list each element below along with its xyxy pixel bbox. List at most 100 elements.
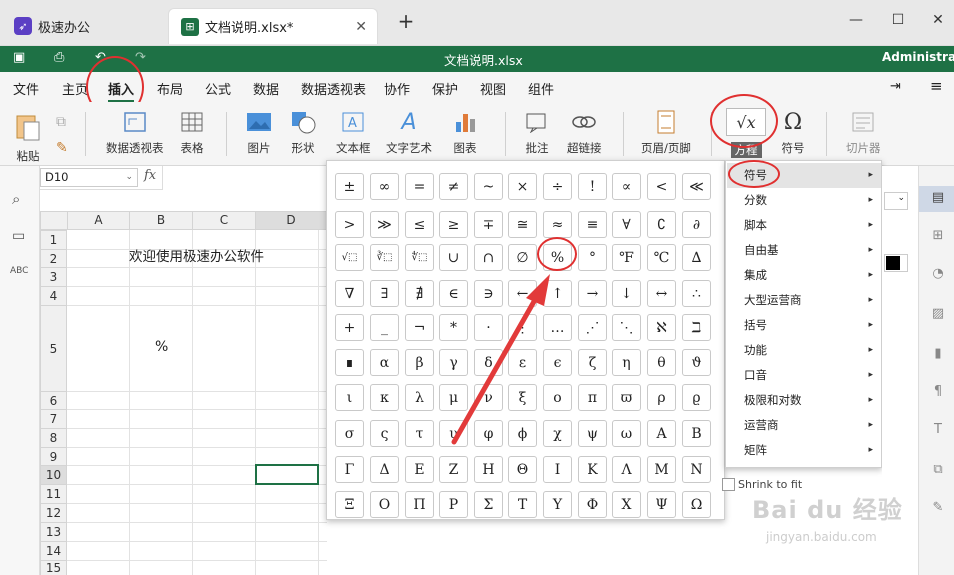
symbol-button[interactable]: Ρ xyxy=(439,491,468,518)
submenu-item[interactable]: 自由基 ▸ xyxy=(727,238,881,263)
symbol-button[interactable]: ℶ xyxy=(682,314,711,341)
new-tab-icon[interactable]: + xyxy=(396,9,416,33)
symbol-button[interactable]: ≪ xyxy=(682,173,711,200)
symbol-button[interactable]: θ xyxy=(647,349,676,376)
cell-b5[interactable]: % xyxy=(155,339,168,355)
slicer-button[interactable]: 切片器 xyxy=(846,110,881,156)
symbol-button[interactable]: ϱ xyxy=(682,384,711,411)
symbol-button[interactable]: ∴ xyxy=(682,280,711,307)
table-button[interactable]: 表格 xyxy=(179,110,205,156)
symbol-button[interactable]: ∩ xyxy=(474,244,503,271)
symbol-button[interactable]: λ xyxy=(405,384,434,411)
symbol-button[interactable]: α xyxy=(370,349,399,376)
symbol-button[interactable]: ∀ xyxy=(612,211,641,238)
submenu-item[interactable]: 矩阵 ▸ xyxy=(727,438,881,463)
submenu-item[interactable]: 功能 ▸ xyxy=(727,338,881,363)
menu-layout[interactable]: 布局 xyxy=(157,79,183,98)
symbol-button[interactable]: Ι xyxy=(543,456,572,483)
row-header[interactable]: 13 xyxy=(40,522,67,542)
symbol-button[interactable]: ℃ xyxy=(647,244,676,271)
symbol-button[interactable]: ≥ xyxy=(439,211,468,238)
row-header[interactable]: 14 xyxy=(40,541,67,561)
symbol-button[interactable]: Ο xyxy=(370,491,399,518)
submenu-item[interactable]: 极限和对数 ▸ xyxy=(727,388,881,413)
symbol-button[interactable]: ± xyxy=(335,173,364,200)
cell-b2[interactable]: 欢迎使用极速办公软件 xyxy=(129,248,264,266)
symbol-button[interactable]: > xyxy=(335,211,364,238)
symbol-button[interactable]: σ xyxy=(335,420,364,447)
chart-button[interactable]: 图表 xyxy=(452,110,478,156)
symbol-button[interactable]: ∇ xyxy=(335,280,364,307)
symbol-button[interactable]: Ψ xyxy=(647,491,676,518)
maximize-icon[interactable]: ☐ xyxy=(888,12,908,28)
shrink-checkbox[interactable] xyxy=(722,478,735,491)
submenu-item[interactable]: 括号 ▸ xyxy=(727,313,881,338)
symbol-button[interactable]: ∜⬚ xyxy=(405,244,434,271)
symbol-button[interactable]: < xyxy=(647,173,676,200)
symbol-button[interactable]: → xyxy=(578,280,607,307)
selected-cell-d10[interactable] xyxy=(255,464,319,485)
symbol-button[interactable]: ⋰ xyxy=(578,314,607,341)
pivot-table-button[interactable]: 数据透视表 xyxy=(106,110,164,156)
row-header[interactable]: 10 xyxy=(40,465,67,485)
cell-reference-box[interactable]: D10 ⌄ xyxy=(40,168,138,187)
symbol-button[interactable]: ↓ xyxy=(612,280,641,307)
row-header[interactable]: 15 xyxy=(40,560,67,575)
column-header[interactable]: A xyxy=(67,211,130,230)
symbol-button[interactable]: ∝ xyxy=(612,173,641,200)
symbol-button[interactable]: η xyxy=(612,349,641,376)
print-icon[interactable]: ⎙ xyxy=(54,50,64,65)
symbol-button[interactable]: Β xyxy=(682,420,711,447)
submenu-item[interactable]: 运营商 ▸ xyxy=(727,413,881,438)
symbol-button[interactable]: Ω xyxy=(682,491,711,518)
symbol-button[interactable]: τ xyxy=(405,420,434,447)
symbol-button[interactable]: ¬ xyxy=(405,314,434,341)
app-tab[interactable]: ➶ 极速办公 xyxy=(2,8,162,44)
menu-pivot[interactable]: 数据透视表 xyxy=(301,79,366,98)
symbol-button[interactable]: ≫ xyxy=(370,211,399,238)
symbol-button[interactable]: ∅ xyxy=(508,244,537,271)
symbol-button[interactable]: ⋱ xyxy=(612,314,641,341)
symbol-button[interactable]: ~ xyxy=(474,173,503,200)
symbol-button[interactable]: Α xyxy=(647,420,676,447)
symbol-button[interactable]: Ω 符号 xyxy=(780,110,806,156)
row-header[interactable]: 1 xyxy=(40,230,67,250)
search-icon[interactable]: ⌕ xyxy=(12,190,20,208)
symbol-button[interactable]: Π xyxy=(405,491,434,518)
redo-icon[interactable]: ↷ xyxy=(135,50,146,65)
symbol-button[interactable]: ≡ xyxy=(578,211,607,238)
paste-button[interactable]: 粘贴 xyxy=(14,112,42,164)
save-icon[interactable]: ▣ xyxy=(13,50,25,65)
menu-protect[interactable]: 保护 xyxy=(432,79,458,98)
menu-view[interactable]: 视图 xyxy=(480,79,506,98)
symbol-button[interactable]: √⬚ xyxy=(335,244,364,271)
comment-panel-icon[interactable]: ▭ xyxy=(12,228,25,244)
symbol-button[interactable]: Υ xyxy=(543,491,572,518)
text-art-settings-icon[interactable]: T xyxy=(929,422,947,440)
symbol-button[interactable]: _ xyxy=(370,314,399,341)
row-header[interactable]: 3 xyxy=(40,267,67,287)
symbol-button[interactable]: Ε xyxy=(405,456,434,483)
symbol-button[interactable]: ° xyxy=(578,244,607,271)
menu-home[interactable]: 主页 xyxy=(62,79,88,98)
symbol-button[interactable]: ρ xyxy=(647,384,676,411)
close-window-icon[interactable]: ✕ xyxy=(928,12,948,28)
symbol-button[interactable]: ≤ xyxy=(405,211,434,238)
symbol-button[interactable]: ! xyxy=(578,173,607,200)
symbol-button[interactable]: ≠ xyxy=(439,173,468,200)
symbol-button[interactable]: Ζ xyxy=(439,456,468,483)
symbol-button[interactable]: ς xyxy=(370,420,399,447)
menu-collab[interactable]: 协作 xyxy=(384,79,410,98)
submenu-item[interactable]: 集成 ▸ xyxy=(727,263,881,288)
symbol-button[interactable]: Λ xyxy=(612,456,641,483)
symbol-button[interactable]: Δ xyxy=(370,456,399,483)
row-header[interactable]: 9 xyxy=(40,447,67,466)
symbol-button[interactable]: ι xyxy=(335,384,364,411)
spellcheck-icon[interactable]: ABC xyxy=(10,266,28,276)
symbol-button[interactable]: Μ xyxy=(647,456,676,483)
row-header[interactable]: 8 xyxy=(40,428,67,448)
symbol-button[interactable]: ∞ xyxy=(370,173,399,200)
symbol-button[interactable]: Τ xyxy=(508,491,537,518)
symbol-button[interactable]: ψ xyxy=(578,420,607,447)
submenu-item[interactable]: 口音 ▸ xyxy=(727,363,881,388)
